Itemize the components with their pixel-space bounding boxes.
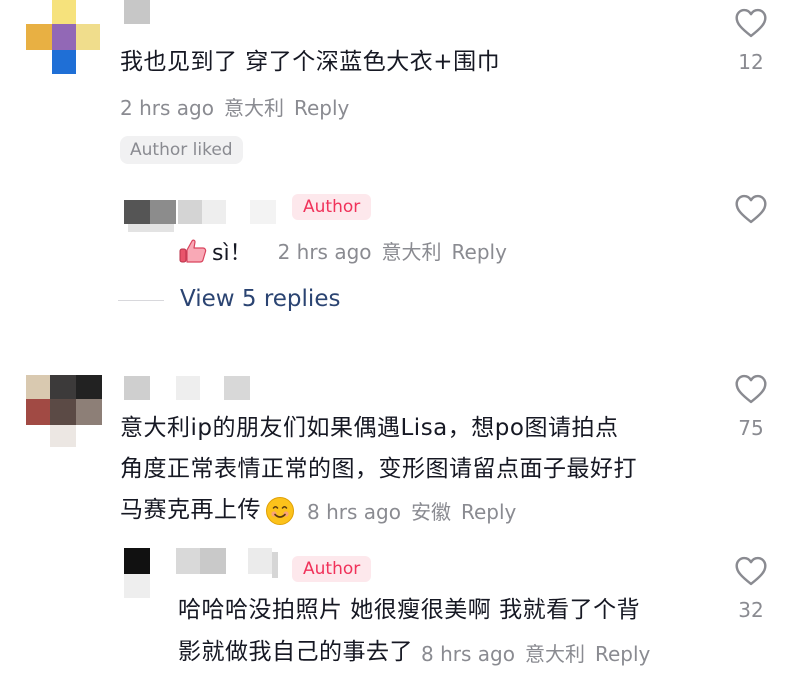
author-badge: Author	[292, 556, 372, 582]
comment-meta: 2 hrs ago 意大利 Reply	[120, 92, 359, 121]
comment-meta: 8 hrs ago 安徽 Reply	[307, 496, 526, 525]
reply-username[interactable]	[178, 200, 278, 224]
comment-time: 8 hrs ago	[307, 500, 401, 524]
reply-username[interactable]	[176, 548, 286, 580]
reply-text: 哈哈哈没拍照片 她很瘦很美啊 我就看了个背 影就做我自己的事去了 8 hrs a…	[178, 592, 660, 671]
username[interactable]	[124, 0, 150, 24]
reply-time: 2 hrs ago	[277, 240, 372, 264]
thumbs-up-icon	[179, 239, 207, 263]
smiling-face-icon	[266, 496, 294, 525]
heart-icon[interactable]	[734, 194, 768, 224]
reply-avatar[interactable]	[124, 196, 178, 236]
heart-icon[interactable]	[734, 556, 768, 586]
reply-text: sì！	[212, 240, 252, 266]
username[interactable]	[124, 376, 254, 400]
like-button[interactable]	[734, 194, 768, 228]
author-liked-badge: Author liked	[120, 136, 243, 164]
view-replies-button[interactable]: View 5 replies	[180, 286, 340, 312]
comment-location: 意大利	[223, 96, 284, 120]
comment-time: 2 hrs ago	[120, 96, 214, 120]
reply-text-line: 影就做我自己的事去了	[178, 639, 413, 665]
like-button[interactable]	[734, 374, 768, 408]
author-badge: Author	[292, 194, 372, 220]
comment-text: 我也见到了 穿了个深蓝色大衣+围巾	[120, 49, 501, 75]
reply-body: sì！ 2 hrs ago 意大利 Reply	[178, 232, 517, 269]
comment-text-line: 角度正常表情正常的图，变形图请留点面子最好打	[120, 456, 637, 482]
reply-avatar[interactable]	[124, 548, 154, 600]
reply-button[interactable]: Reply	[294, 96, 349, 120]
like-button[interactable]	[734, 8, 768, 42]
avatar[interactable]	[26, 0, 100, 74]
like-count: 75	[738, 416, 764, 440]
reply-button[interactable]: Reply	[595, 642, 650, 666]
reply-text-line: 哈哈哈没拍照片 她很瘦很美啊 我就看了个背	[178, 597, 641, 623]
comment-text-line: 意大利ip的朋友们如果偶遇Lisa，想po图请拍点	[120, 415, 619, 441]
reply-meta: 2 hrs ago 意大利 Reply	[278, 236, 517, 265]
reply-location: 意大利	[524, 642, 585, 666]
like-count: 32	[738, 598, 764, 622]
heart-icon[interactable]	[734, 374, 768, 404]
comment-location: 安徽	[410, 500, 451, 524]
reply-location: 意大利	[381, 240, 442, 264]
like-count: 12	[738, 50, 764, 74]
heart-icon[interactable]	[734, 8, 768, 38]
comment-text-line: 马赛克再上传	[120, 497, 261, 523]
view-replies-divider	[118, 300, 164, 301]
reply-meta: 8 hrs ago 意大利 Reply	[421, 638, 660, 667]
like-button[interactable]	[734, 556, 768, 590]
reply-time: 8 hrs ago	[421, 642, 515, 666]
reply-button[interactable]: Reply	[461, 500, 516, 524]
avatar[interactable]	[26, 375, 102, 453]
comment-text: 意大利ip的朋友们如果偶遇Lisa，想po图请拍点 角度正常表情正常的图，变形图…	[120, 410, 637, 529]
reply-button[interactable]: Reply	[452, 240, 507, 264]
